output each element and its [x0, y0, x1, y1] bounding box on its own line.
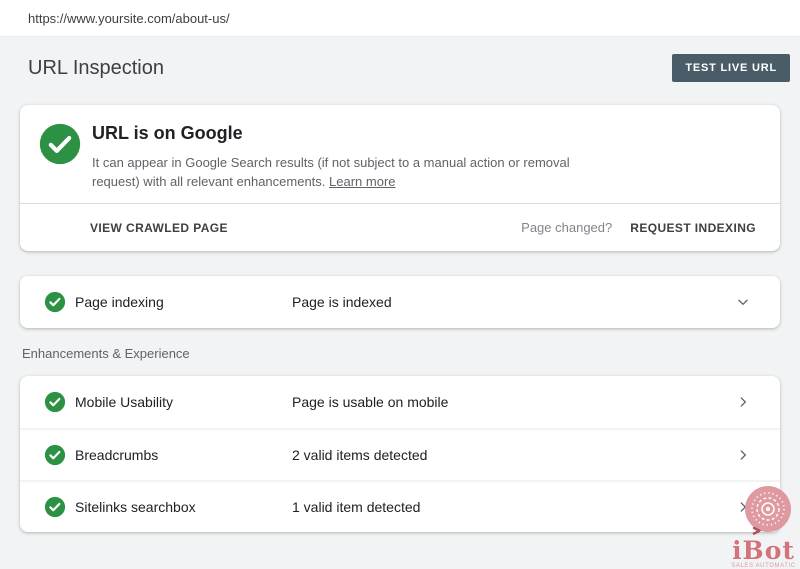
check-circle-icon [39, 123, 81, 165]
page-indexing-row[interactable]: Page indexing Page is indexed [20, 276, 780, 328]
mobile-usability-row[interactable]: Mobile Usability Page is usable on mobil… [20, 376, 780, 428]
url-status-card-top: URL is on Google It can appear in Google… [20, 105, 780, 203]
breadcrumbs-status: 2 valid items detected [292, 447, 428, 463]
url-status-card: URL is on Google It can appear in Google… [20, 105, 780, 251]
page-indexing-label: Page indexing [75, 294, 164, 310]
view-crawled-page-button[interactable]: VIEW CRAWLED PAGE [90, 221, 228, 235]
ibot-watermark-name: iBot [732, 536, 795, 565]
chevron-right-icon[interactable] [736, 500, 750, 514]
main-content: URL is on Google It can appear in Google… [0, 105, 800, 532]
breadcrumbs-label: Breadcrumbs [75, 447, 159, 463]
status-card-text: URL is on Google It can appear in Google… [92, 120, 587, 191]
enhancements-card: Mobile Usability Page is usable on mobil… [20, 376, 780, 532]
check-circle-icon [44, 391, 66, 413]
page-header: URL Inspection TEST LIVE URL [0, 37, 800, 82]
sitelinks-searchbox-label: Sitelinks searchbox [75, 499, 196, 515]
status-card-footer-right: Page changed? REQUEST INDEXING [521, 220, 756, 235]
chevron-down-icon[interactable] [736, 295, 750, 309]
test-live-url-button[interactable]: TEST LIVE URL [672, 54, 790, 82]
status-description: It can appear in Google Search results (… [92, 153, 587, 191]
status-title: URL is on Google [92, 123, 243, 143]
check-circle-icon [44, 291, 66, 313]
mobile-usability-label: Mobile Usability [75, 394, 174, 410]
page-indexing-card: Page indexing Page is indexed [20, 276, 780, 328]
learn-more-link[interactable]: Learn more [329, 174, 395, 189]
enhancements-section-header: Enhancements & Experience [22, 346, 190, 361]
chevron-right-icon[interactable] [736, 395, 750, 409]
url-inspection-search-bar[interactable]: https://www.yoursite.com/about-us/ [0, 0, 800, 37]
chevron-right-icon[interactable] [736, 448, 750, 462]
check-circle-icon [44, 496, 66, 518]
sitelinks-searchbox-row[interactable]: Sitelinks searchbox 1 valid item detecte… [20, 480, 780, 532]
breadcrumbs-row[interactable]: Breadcrumbs 2 valid items detected [20, 428, 780, 480]
page-changed-label: Page changed? [521, 220, 613, 235]
page-indexing-status: Page is indexed [292, 294, 392, 310]
page-title: URL Inspection [28, 56, 164, 79]
status-card-footer: VIEW CRAWLED PAGE Page changed? REQUEST … [20, 203, 780, 251]
mobile-usability-status: Page is usable on mobile [292, 394, 449, 410]
check-circle-icon [44, 444, 66, 466]
request-indexing-button[interactable]: REQUEST INDEXING [630, 221, 756, 235]
inspected-url[interactable]: https://www.yoursite.com/about-us/ [28, 11, 230, 26]
sitelinks-searchbox-status: 1 valid item detected [292, 499, 421, 515]
